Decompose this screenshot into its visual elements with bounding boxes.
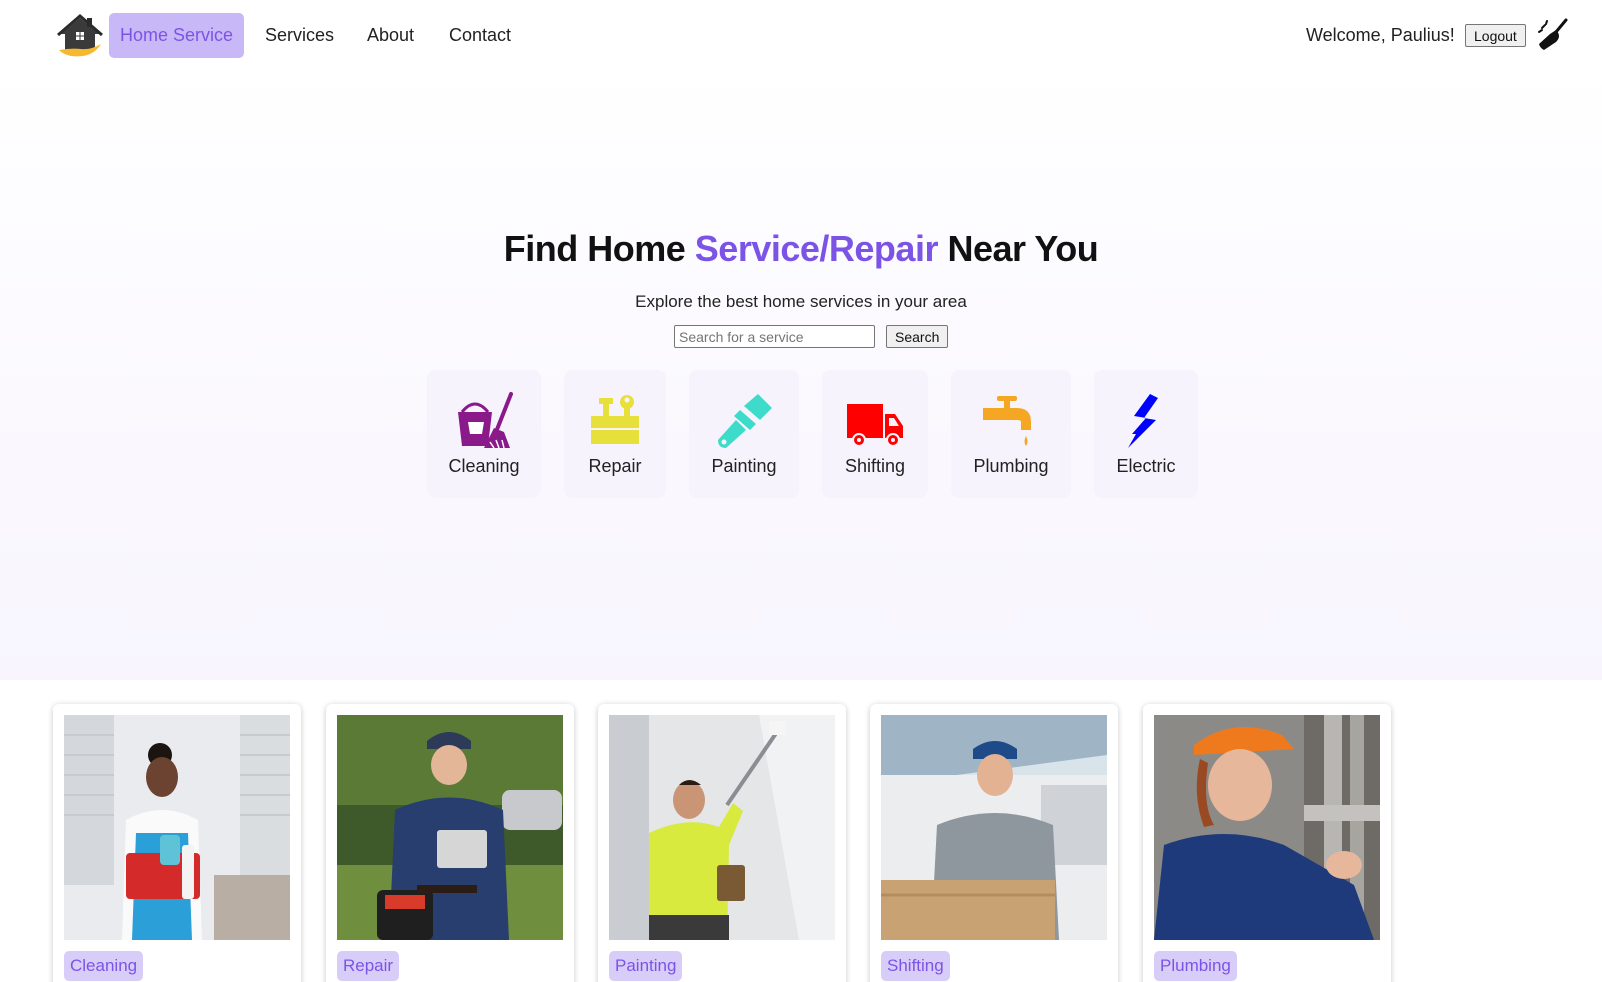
hero-title-start: Find Home [503,228,695,269]
faucet-icon [983,396,1031,446]
lightning-icon [1128,394,1158,448]
nav-link-services[interactable]: Services [265,13,334,58]
category-cleaning[interactable]: Cleaning [427,370,541,498]
shifting-worker-photo [881,715,1107,940]
broom-icon[interactable] [1536,18,1570,52]
category-shifting[interactable]: Shifting [822,370,928,498]
service-card-plumbing[interactable]: Plumbing [1143,704,1391,982]
welcome-message: Welcome, Paulius! [1306,25,1455,45]
plumbing-worker-photo [1154,715,1380,940]
category-electric[interactable]: Electric [1094,370,1198,498]
service-card-repair[interactable]: Repair [326,704,574,982]
service-tag: Plumbing [1154,951,1237,981]
painting-worker-photo [609,715,835,940]
service-card-shifting[interactable]: Shifting [870,704,1118,982]
toolbox-icon [591,395,639,444]
paint-brush-icon [718,394,772,448]
service-card-painting[interactable]: Painting [598,704,846,982]
top-navbar: Home Service Services About Contact Welc… [0,0,1602,70]
category-repair[interactable]: Repair [564,370,666,498]
hero-title: Find Home Service/Repair Near You [0,228,1602,270]
category-label: Shifting [844,456,906,476]
category-label: Painting [711,456,777,476]
service-tag: Shifting [881,951,950,981]
category-label: Repair [588,456,642,476]
search-button[interactable]: Search [886,325,949,348]
truck-icon [847,404,903,447]
nav-link-contact[interactable]: Contact [449,13,511,58]
hero-title-accent: Service/Repair [694,228,939,269]
cleaning-bucket-icon [458,392,513,449]
house-logo-icon[interactable] [57,12,103,58]
nav-link-about[interactable]: About [367,13,414,58]
nav-home-service[interactable]: Home Service [109,13,245,58]
cleaning-worker-photo [64,715,290,940]
category-painting[interactable]: Painting [689,370,799,498]
repair-worker-photo [337,715,563,940]
service-tag: Repair [337,951,400,981]
hero-subtitle: Explore the best home services in your a… [635,292,967,311]
category-label: Cleaning [448,456,520,476]
hero-title-end: Near You [937,228,1099,269]
service-card-cleaning[interactable]: Cleaning [53,704,301,982]
service-tag: Painting [609,951,683,981]
category-label: Electric [1116,456,1176,476]
search-input[interactable] [674,325,875,348]
hero-section: Find Home Service/Repair Near You Explor… [0,70,1602,680]
category-plumbing[interactable]: Plumbing [951,370,1071,498]
service-tag: Cleaning [64,951,144,981]
category-label: Plumbing [973,456,1049,476]
logout-button[interactable]: Logout [1465,24,1526,47]
